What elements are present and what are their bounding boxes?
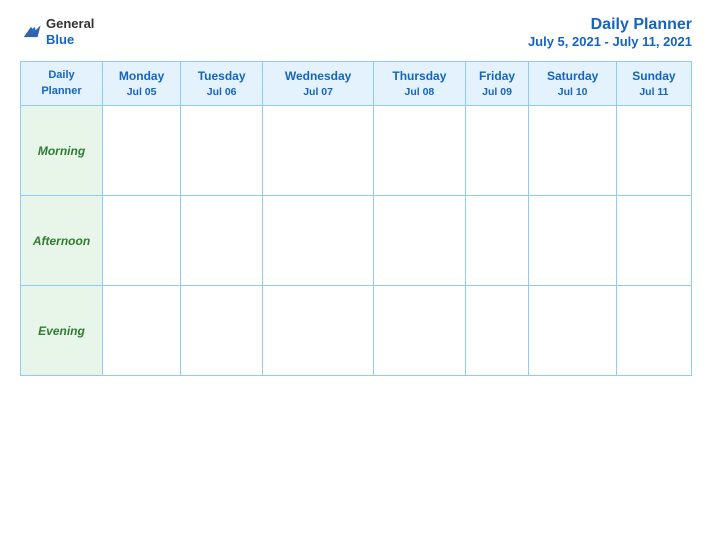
table-row-evening: Evening [21, 286, 692, 376]
cell-afternoon-thursday[interactable] [374, 196, 466, 286]
table-header-friday: Friday Jul 09 [465, 62, 529, 106]
cell-afternoon-tuesday[interactable] [181, 196, 263, 286]
row-label-afternoon: Afternoon [21, 196, 103, 286]
cell-afternoon-saturday[interactable] [529, 196, 617, 286]
table-header-thursday: Thursday Jul 08 [374, 62, 466, 106]
table-row-afternoon: Afternoon [21, 196, 692, 286]
cell-morning-wednesday[interactable] [263, 106, 374, 196]
table-header-monday: Monday Jul 05 [103, 62, 181, 106]
cell-afternoon-sunday[interactable] [616, 196, 691, 286]
row-label-evening: Evening [21, 286, 103, 376]
cell-morning-friday[interactable] [465, 106, 529, 196]
table-header-label: Daily Planner [21, 62, 103, 106]
cell-evening-monday[interactable] [103, 286, 181, 376]
cell-morning-sunday[interactable] [616, 106, 691, 196]
table-header-sunday: Sunday Jul 11 [616, 62, 691, 106]
row-label-morning: Morning [21, 106, 103, 196]
logo-text: GeneralBlue [46, 16, 94, 47]
cell-evening-wednesday[interactable] [263, 286, 374, 376]
cell-morning-tuesday[interactable] [181, 106, 263, 196]
cell-evening-saturday[interactable] [529, 286, 617, 376]
logo: GeneralBlue [20, 16, 94, 47]
cell-evening-thursday[interactable] [374, 286, 466, 376]
planner-table: Daily Planner Monday Jul 05 Tuesday Jul … [20, 61, 692, 376]
cell-afternoon-friday[interactable] [465, 196, 529, 286]
cell-morning-thursday[interactable] [374, 106, 466, 196]
table-row-morning: Morning [21, 106, 692, 196]
cell-morning-saturday[interactable] [529, 106, 617, 196]
page: GeneralBlue Daily Planner July 5, 2021 -… [0, 0, 712, 550]
cell-afternoon-monday[interactable] [103, 196, 181, 286]
table-header-saturday: Saturday Jul 10 [529, 62, 617, 106]
header-date-range: July 5, 2021 - July 11, 2021 [528, 34, 692, 49]
bird-icon [20, 21, 42, 43]
header-row: Daily Planner Monday Jul 05 Tuesday Jul … [21, 62, 692, 106]
cell-evening-sunday[interactable] [616, 286, 691, 376]
table-header-wednesday: Wednesday Jul 07 [263, 62, 374, 106]
cell-evening-friday[interactable] [465, 286, 529, 376]
cell-afternoon-wednesday[interactable] [263, 196, 374, 286]
header-right: Daily Planner July 5, 2021 - July 11, 20… [528, 16, 692, 49]
cell-morning-monday[interactable] [103, 106, 181, 196]
cell-evening-tuesday[interactable] [181, 286, 263, 376]
table-header-tuesday: Tuesday Jul 06 [181, 62, 263, 106]
header-title: Daily Planner [528, 16, 692, 34]
header: GeneralBlue Daily Planner July 5, 2021 -… [20, 16, 692, 49]
